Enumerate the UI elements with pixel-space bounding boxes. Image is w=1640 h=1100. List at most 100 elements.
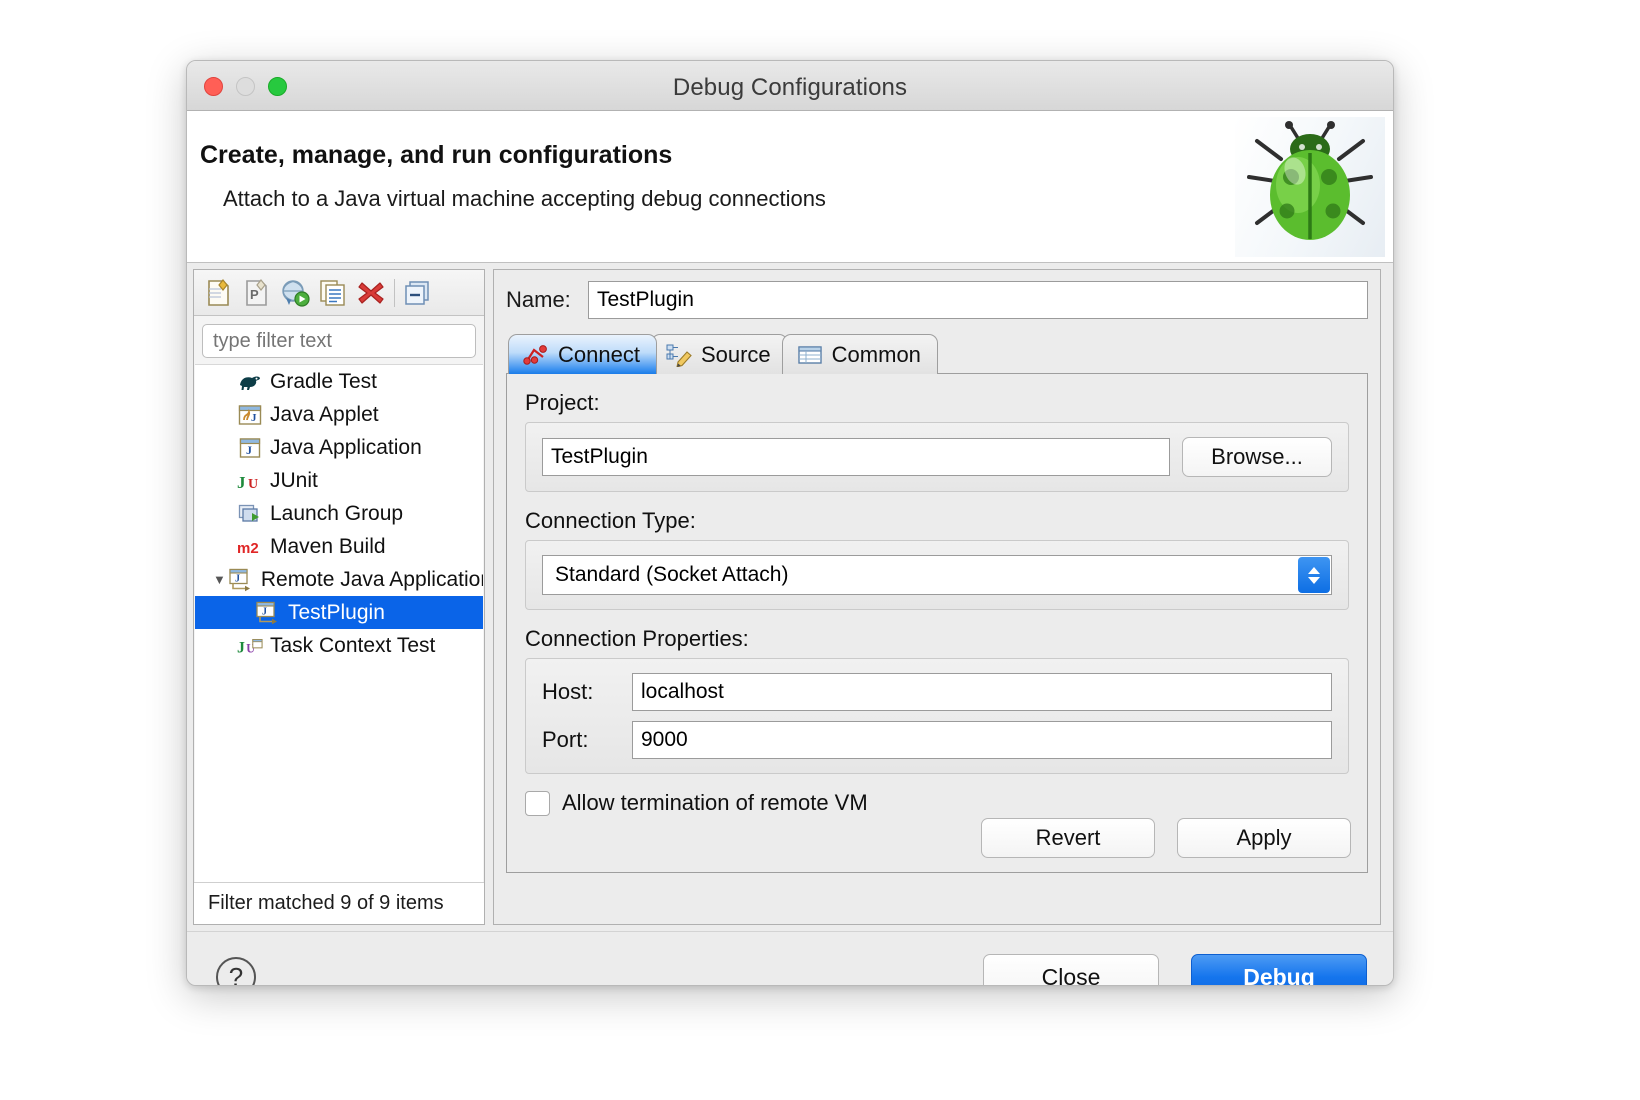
svg-text:J: J: [251, 412, 257, 424]
svg-text:J: J: [235, 573, 240, 584]
window-title: Debug Configurations: [672, 74, 908, 101]
tree-item-testplugin[interactable]: J TestPlugin: [195, 596, 483, 629]
tab-source[interactable]: Source: [650, 334, 788, 374]
tree-item-label: Remote Java Application: [260, 567, 483, 591]
browse-button[interactable]: Browse...: [1182, 437, 1332, 477]
tree-item-launch-group[interactable]: Launch Group: [195, 497, 483, 530]
tree-item-label: Java Applet: [270, 402, 379, 426]
connection-properties-group: Host: Port:: [525, 658, 1349, 774]
connect-tab-panel: Project: Browse... Connection Type: Stan…: [506, 373, 1368, 873]
host-label: Host:: [542, 679, 594, 704]
junit-task-context-icon: J U: [237, 634, 263, 658]
debug-button[interactable]: Debug: [1191, 954, 1367, 985]
tab-bar: Connect Source Common: [508, 332, 1368, 374]
java-application-icon: J: [237, 436, 263, 460]
new-prototype-icon[interactable]: P: [238, 274, 276, 312]
port-input[interactable]: [632, 721, 1332, 759]
svg-text:P: P: [250, 287, 259, 302]
filter-status-text: Filter matched 9 of 9 items: [194, 882, 484, 924]
connection-type-combo-wrap: Standard (Socket Attach): [542, 555, 1332, 595]
tab-label: Source: [700, 341, 771, 367]
new-configuration-icon[interactable]: [200, 274, 238, 312]
tree-item-remote-java-application[interactable]: ▼ J Remote Java Application: [195, 563, 483, 596]
tree-item-label: Gradle Test: [270, 369, 377, 393]
chevron-updown-icon[interactable]: [1298, 557, 1330, 593]
svg-text:U: U: [248, 477, 258, 492]
configurations-tree[interactable]: Gradle Test J Java Applet J Java Applica…: [195, 364, 483, 882]
remote-java-application-icon: J: [228, 568, 254, 592]
export-launch-icon[interactable]: [276, 274, 314, 312]
connection-type-group: Standard (Socket Attach): [525, 540, 1349, 610]
connection-type-label: Connection Type:: [525, 508, 696, 533]
junit-icon: J U: [237, 469, 263, 493]
project-row: Browse...: [542, 437, 1332, 477]
tree-item-gradle-test[interactable]: Gradle Test: [195, 365, 483, 398]
java-applet-icon: J: [237, 403, 263, 427]
launch-group-icon: [237, 502, 263, 526]
title-bar: Debug Configurations: [187, 61, 1393, 111]
dialog-footer: ? Close Debug: [187, 931, 1393, 985]
tree-item-task-context-test[interactable]: J U Task Context Test: [195, 629, 483, 662]
help-icon[interactable]: ?: [216, 957, 256, 985]
tab-label: Connect: [558, 341, 640, 367]
chevron-down-icon[interactable]: ▼: [213, 572, 226, 587]
svg-text:J: J: [237, 639, 245, 656]
filter-input[interactable]: [202, 324, 476, 358]
tree-item-label: JUnit: [270, 468, 318, 492]
port-label: Port:: [542, 727, 589, 752]
name-input[interactable]: [588, 281, 1368, 319]
host-input[interactable]: [632, 673, 1332, 711]
allow-termination-row[interactable]: Allow termination of remote VM: [525, 790, 1349, 816]
collapse-all-icon[interactable]: [399, 274, 437, 312]
tab-connect[interactable]: Connect: [508, 334, 657, 374]
connection-type-combo[interactable]: Standard (Socket Attach): [542, 555, 1332, 595]
svg-text:m2: m2: [237, 540, 259, 557]
allow-termination-label: Allow termination of remote VM: [562, 790, 868, 815]
page-subtitle: Attach to a Java virtual machine accepti…: [223, 186, 826, 211]
duplicate-icon[interactable]: [314, 274, 352, 312]
name-row: Name:: [506, 280, 1368, 320]
footer-buttons: Close Debug: [983, 954, 1367, 985]
common-table-icon: [796, 343, 824, 367]
tab-label: Common: [831, 341, 921, 367]
gradle-elephant-icon: [237, 370, 263, 394]
connection-type-value: Standard (Socket Attach): [555, 563, 789, 586]
tree-item-label: Task Context Test: [270, 633, 436, 657]
tree-item-java-applet[interactable]: J Java Applet: [195, 398, 483, 431]
remote-java-application-icon: J: [255, 601, 281, 625]
svg-text:J: J: [237, 473, 246, 492]
connect-icon: [522, 343, 550, 367]
svg-text:J: J: [246, 443, 252, 457]
name-label: Name:: [506, 287, 571, 312]
page-title: Create, manage, and run configurations: [200, 141, 673, 169]
tree-item-maven-build[interactable]: m2 Maven Build: [195, 530, 483, 563]
tab-common[interactable]: Common: [781, 334, 938, 374]
tree-item-label: TestPlugin: [288, 600, 385, 624]
tree-item-label: Java Application: [270, 435, 422, 459]
arrow-down-icon: [1308, 576, 1320, 584]
connection-properties-label: Connection Properties:: [525, 626, 749, 651]
maven-m2-icon: m2: [237, 535, 263, 559]
configurations-tree-panel: P type filter text Gradle Test J Java Ap…: [193, 269, 485, 925]
filter-container: [194, 316, 484, 362]
revert-apply-row: Revert Apply: [981, 818, 1351, 858]
tree-item-java-application[interactable]: J Java Application: [195, 431, 483, 464]
dialog-header: Create, manage, and run configurations A…: [187, 111, 1393, 263]
svg-text:J: J: [262, 606, 267, 617]
debug-configurations-window: Debug Configurations Create, manage, and…: [186, 60, 1394, 986]
port-row: Port:: [542, 721, 1332, 759]
apply-button[interactable]: Apply: [1177, 818, 1351, 858]
allow-termination-checkbox[interactable]: [525, 790, 550, 816]
toolbar-separator: [394, 278, 395, 307]
host-row: Host:: [542, 673, 1332, 711]
dialog-body: P type filter text Gradle Test J Java Ap…: [187, 263, 1393, 931]
delete-icon[interactable]: [352, 274, 390, 312]
close-button[interactable]: Close: [983, 954, 1159, 985]
project-group: Browse...: [525, 422, 1349, 492]
tree-item-junit[interactable]: J U JUnit: [195, 464, 483, 497]
tree-toolbar: P: [194, 270, 484, 316]
configuration-editor-panel: Name: Connect: [493, 269, 1381, 925]
tree-item-label: Maven Build: [270, 534, 386, 558]
project-input[interactable]: [542, 438, 1170, 476]
revert-button[interactable]: Revert: [981, 818, 1155, 858]
